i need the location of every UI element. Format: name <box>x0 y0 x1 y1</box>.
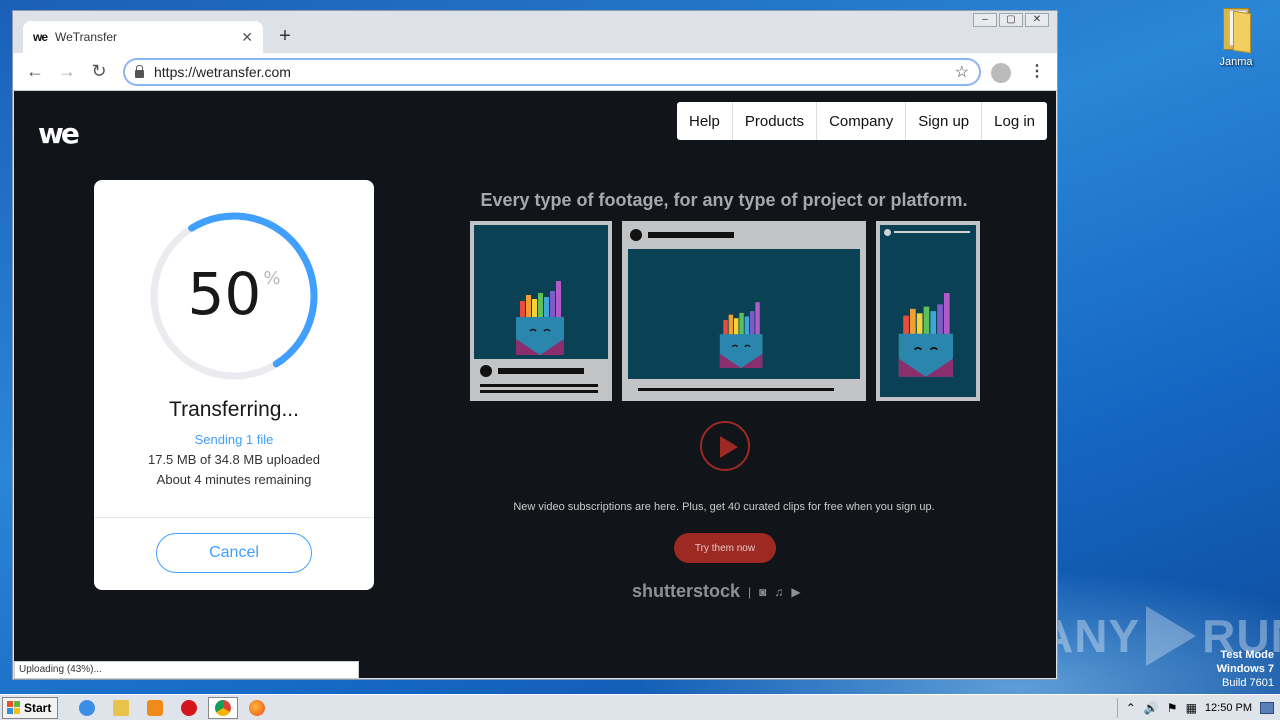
crayon-character <box>516 281 564 355</box>
taskbar-explorer[interactable] <box>106 697 136 719</box>
site-nav: Help Products Company Sign up Log in <box>677 102 1048 140</box>
tab-wetransfer[interactable]: we WeTransfer ✕ <box>23 21 263 53</box>
wetransfer-favicon-icon: we <box>33 30 48 44</box>
volume-icon[interactable]: 🔊 <box>1144 701 1159 715</box>
action-center-flag-icon[interactable]: ⚑ <box>1167 701 1178 715</box>
ie-icon <box>79 699 96 716</box>
minimize-button[interactable]: – <box>973 13 997 27</box>
folder-icon <box>1219 6 1253 54</box>
music-icon: ♫ <box>774 584 784 599</box>
panel-divider <box>94 517 374 518</box>
time-remaining: About 4 minutes remaining <box>156 472 312 487</box>
bookmark-star-icon[interactable]: ☆ <box>955 62 969 82</box>
transfer-panel: 50% Transferring... Sending 1 file 17.5 … <box>94 180 374 590</box>
back-button[interactable]: ← <box>19 61 51 82</box>
taskbar-firefox[interactable] <box>242 697 272 719</box>
crayon-character <box>719 302 763 368</box>
try-them-now-button[interactable]: Try them now <box>674 533 776 563</box>
maximize-button[interactable]: ▢ <box>999 13 1023 27</box>
taskbar-ie[interactable] <box>72 697 102 719</box>
new-tab-button[interactable]: + <box>275 25 295 48</box>
profile-avatar-icon[interactable] <box>991 63 1011 83</box>
taskbar-chrome[interactable] <box>208 696 239 719</box>
windows-flag-icon <box>7 700 21 715</box>
clock[interactable]: 12:50 PM <box>1205 702 1252 714</box>
nav-help[interactable]: Help <box>677 102 733 140</box>
media-player-icon <box>147 699 164 716</box>
desktop-icon-label: Janma <box>1219 56 1253 68</box>
explorer-icon <box>113 699 130 716</box>
forward-button[interactable]: → <box>51 61 83 82</box>
address-bar[interactable]: https://wetransfer.com ☆ <box>123 58 981 86</box>
taskbar: Start ⌃ 🔊 ⚑ ▦ 12:50 PM <box>0 694 1280 720</box>
url-text[interactable]: https://wetransfer.com <box>154 64 955 80</box>
browser-window: we WeTransfer ✕ + – ▢ ✕ ← → ↻ https://we… <box>12 10 1058 680</box>
tab-title: WeTransfer <box>55 30 118 44</box>
video-icon: ▶ <box>791 584 801 599</box>
play-triangle-icon <box>1146 606 1197 666</box>
percent-sign: % <box>263 268 281 289</box>
upload-size: 17.5 MB of 34.8 MB uploaded <box>147 452 320 467</box>
nav-products[interactable]: Products <box>733 102 818 140</box>
wetransfer-logo[interactable]: we <box>38 117 80 150</box>
reload-button[interactable]: ↻ <box>83 61 115 82</box>
crayon-character <box>898 293 954 377</box>
chrome-icon <box>215 699 232 716</box>
nav-log-in[interactable]: Log in <box>982 102 1047 140</box>
desktop-folder-janma[interactable]: Janma <box>1206 6 1266 68</box>
shutterstock-brand: shutterstock | ◙ ♫ ▶ <box>632 581 801 601</box>
start-button[interactable]: Start <box>2 696 59 719</box>
nav-sign-up[interactable]: Sign up <box>906 102 983 140</box>
show-desktop-button[interactable] <box>1260 701 1274 714</box>
tray-expand-icon[interactable]: ⌃ <box>1126 701 1136 715</box>
window-controls: – ▢ ✕ <box>973 13 1049 27</box>
play-video-button[interactable] <box>700 421 750 471</box>
ad-description: New video subscriptions are here. Plus, … <box>513 501 935 513</box>
sending-files-link[interactable]: Sending 1 file <box>94 432 374 447</box>
transfer-title: Transferring... <box>169 398 299 421</box>
close-window-button[interactable]: ✕ <box>1025 13 1049 27</box>
taskbar-opera[interactable] <box>174 697 204 719</box>
progress-percent: 50% <box>187 260 281 328</box>
menu-icon[interactable]: ⋮ <box>1029 61 1045 81</box>
test-mode-notice: Test Mode Windows 7 Build 7601 <box>1216 649 1274 689</box>
ad-headline: Every type of footage, for any type of p… <box>480 190 968 210</box>
shutterstock-logo: shutterstock <box>632 581 741 601</box>
status-bar: Uploading (43%)... <box>14 661 359 679</box>
cancel-button[interactable]: Cancel <box>156 533 312 573</box>
system-tray: ⌃ 🔊 ⚑ ▦ 12:50 PM <box>1116 697 1280 719</box>
camera-icon: ◙ <box>759 584 767 599</box>
firefox-icon <box>249 699 266 716</box>
wetransfer-page: we Help Products Company Sign up Log in … <box>14 91 1056 678</box>
tab-strip: we WeTransfer ✕ + – ▢ ✕ <box>13 11 1057 53</box>
nav-company[interactable]: Company <box>817 102 907 140</box>
network-icon[interactable]: ▦ <box>1186 701 1197 715</box>
lock-icon <box>135 65 144 78</box>
opera-icon <box>181 699 198 716</box>
taskbar-media-player[interactable] <box>140 697 170 719</box>
browser-toolbar: ← → ↻ https://wetransfer.com ☆ ⋮ <box>13 53 1057 91</box>
close-tab-icon[interactable]: ✕ <box>241 29 253 46</box>
